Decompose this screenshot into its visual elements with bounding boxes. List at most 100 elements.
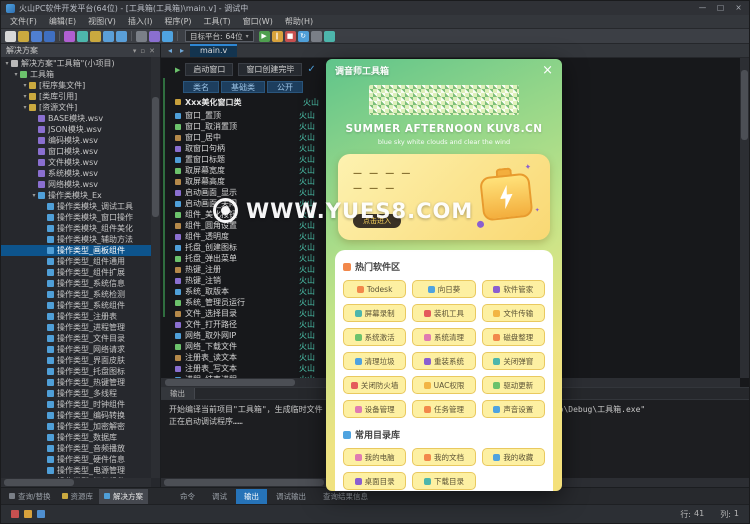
tree-item[interactable]: 操作类型_硬件信息: [1, 454, 151, 465]
app-button[interactable]: 声音设置: [482, 400, 545, 418]
menu-item[interactable]: 工具(T): [198, 15, 237, 28]
tree-item[interactable]: 操作类型_系统信息: [1, 278, 151, 289]
tree-item[interactable]: ▾[程序集文件]: [1, 80, 151, 91]
menu-item[interactable]: 编辑(E): [43, 15, 82, 28]
cut-icon[interactable]: [64, 31, 75, 42]
startup-window-cell[interactable]: 启动窗口: [185, 63, 233, 76]
app-button[interactable]: 我的收藏: [482, 448, 545, 466]
open-file-icon[interactable]: [18, 31, 29, 42]
tree-item[interactable]: 操作类型_组件通用: [1, 256, 151, 267]
app-button[interactable]: 软件管家: [482, 280, 545, 298]
tree-item[interactable]: 文件模块.wsv: [1, 157, 151, 168]
tree-item[interactable]: 操作类型_文件目录: [1, 333, 151, 344]
output-panel-title[interactable]: 输出: [161, 388, 195, 399]
build-icon[interactable]: [149, 31, 160, 42]
app-button[interactable]: 向日葵: [412, 280, 475, 298]
tree-horizontal-scrollbar[interactable]: [1, 478, 151, 487]
tree-item[interactable]: 操作类型_系统检测: [1, 289, 151, 300]
tree-item[interactable]: ▾[资源文件]: [1, 102, 151, 113]
run-icon[interactable]: ▶: [259, 31, 270, 42]
panel-tab[interactable]: 资源库: [57, 489, 99, 504]
tree-item[interactable]: 操作类型_进程管理: [1, 322, 151, 333]
window-event-cell[interactable]: 窗口创建完毕: [238, 63, 302, 76]
editor-vertical-scrollbar[interactable]: [740, 58, 749, 378]
tree-item[interactable]: 操作类型_网络请求: [1, 344, 151, 355]
output-tab[interactable]: 调试: [204, 489, 235, 504]
app-button[interactable]: 任务管理: [412, 400, 475, 418]
tree-item[interactable]: 操作类型_数据库: [1, 432, 151, 443]
column-header-classname[interactable]: 类名: [183, 81, 219, 93]
close-icon[interactable]: ×: [733, 2, 744, 14]
app-button[interactable]: UAC权限: [412, 376, 475, 394]
tree-item[interactable]: 操作类型_加密解密: [1, 421, 151, 432]
save-all-icon[interactable]: [44, 31, 55, 42]
app-button[interactable]: 文件传输: [482, 304, 545, 322]
menu-item[interactable]: 插入(I): [122, 15, 159, 28]
app-button[interactable]: Todesk: [343, 280, 406, 298]
tree-item[interactable]: 操作类型_画板组件: [1, 245, 151, 256]
output-tab[interactable]: 输出: [236, 489, 267, 504]
app-button[interactable]: 装机工具: [412, 304, 475, 322]
tree-item[interactable]: 操作类型_时钟组件: [1, 399, 151, 410]
tree-item[interactable]: 操作类模块_辅助方法: [1, 234, 151, 245]
redo-icon[interactable]: [116, 31, 127, 42]
app-button[interactable]: 我的文档: [412, 448, 475, 466]
app-button[interactable]: 重装系统: [412, 352, 475, 370]
app-button[interactable]: 我的电脑: [343, 448, 406, 466]
app-button[interactable]: 驱动更新: [482, 376, 545, 394]
pin-icon[interactable]: ▫: [140, 47, 145, 55]
tree-item[interactable]: 操作类型_多线程: [1, 388, 151, 399]
nav-forward-icon[interactable]: ▸: [176, 44, 188, 57]
tree-item[interactable]: 操作类型_界面皮肤: [1, 355, 151, 366]
find-icon[interactable]: [136, 31, 147, 42]
restart-icon[interactable]: ↻: [298, 31, 309, 42]
tree-item[interactable]: 操作类型_热键管理: [1, 377, 151, 388]
undo-icon[interactable]: [103, 31, 114, 42]
tree-item[interactable]: ▾工具箱: [1, 69, 151, 80]
tree-item[interactable]: 操作类型_系统组件: [1, 300, 151, 311]
app-button[interactable]: 系统清理: [412, 328, 475, 346]
paste-icon[interactable]: [90, 31, 101, 42]
new-file-icon[interactable]: [5, 31, 16, 42]
app-button[interactable]: 桌面目录: [343, 472, 406, 490]
panel-tab[interactable]: 解决方案: [99, 489, 148, 504]
menu-item[interactable]: 程序(P): [158, 15, 197, 28]
tree-item[interactable]: 编码模块.wsv: [1, 135, 151, 146]
output-tab[interactable]: 命令: [172, 489, 203, 504]
tree-item[interactable]: 操作类型_编码转换: [1, 410, 151, 421]
app-button[interactable]: 下载目录: [412, 472, 475, 490]
app-button[interactable]: 清理垃圾: [343, 352, 406, 370]
output-tab[interactable]: 调试输出: [268, 489, 314, 504]
tree-item[interactable]: 网络模块.wsv: [1, 179, 151, 190]
nav-back-icon[interactable]: ◂: [164, 44, 176, 57]
app-button[interactable]: 关闭弹窗: [482, 352, 545, 370]
tree-item[interactable]: 操作类模块_组件美化: [1, 223, 151, 234]
settings-icon[interactable]: [311, 31, 322, 42]
target-platform-combobox[interactable]: 目标平台: 64位 ▾: [185, 30, 254, 42]
minimize-icon[interactable]: —: [697, 2, 708, 14]
help-icon[interactable]: [324, 31, 335, 42]
tree-item[interactable]: 窗口模块.wsv: [1, 146, 151, 157]
tree-item[interactable]: 操作类型_电源管理: [1, 465, 151, 476]
app-button[interactable]: 磁盘整理: [482, 328, 545, 346]
tree-vertical-scrollbar[interactable]: [151, 57, 160, 478]
tree-item[interactable]: ▾解决方案"工具箱"(小项目): [1, 58, 151, 69]
panel-tab[interactable]: 查询/替换: [4, 489, 56, 504]
tree-item[interactable]: 操作类型_音频播放: [1, 443, 151, 454]
menu-item[interactable]: 文件(F): [4, 15, 43, 28]
pause-icon[interactable]: ∥: [272, 31, 283, 42]
tree-item[interactable]: ▾操作类模块_Ex: [1, 190, 151, 201]
column-header-baseclass[interactable]: 基础类: [221, 81, 265, 93]
tree-item[interactable]: ▾[类库引用]: [1, 91, 151, 102]
stop-icon[interactable]: ■: [285, 31, 296, 42]
column-header-public[interactable]: 公开: [267, 81, 303, 93]
maximize-icon[interactable]: □: [715, 2, 726, 14]
tree-item[interactable]: 操作类模块_调试工具: [1, 201, 151, 212]
close-icon[interactable]: ✕: [149, 47, 155, 55]
app-button[interactable]: 系统激活: [343, 328, 406, 346]
app-button[interactable]: 设备管理: [343, 400, 406, 418]
tree-item[interactable]: 操作类型_组件扩展: [1, 267, 151, 278]
tree-item[interactable]: 操作类型_注册表: [1, 311, 151, 322]
tree-item[interactable]: JSON模块.wsv: [1, 124, 151, 135]
tree-item[interactable]: 操作类模块_窗口操作: [1, 212, 151, 223]
